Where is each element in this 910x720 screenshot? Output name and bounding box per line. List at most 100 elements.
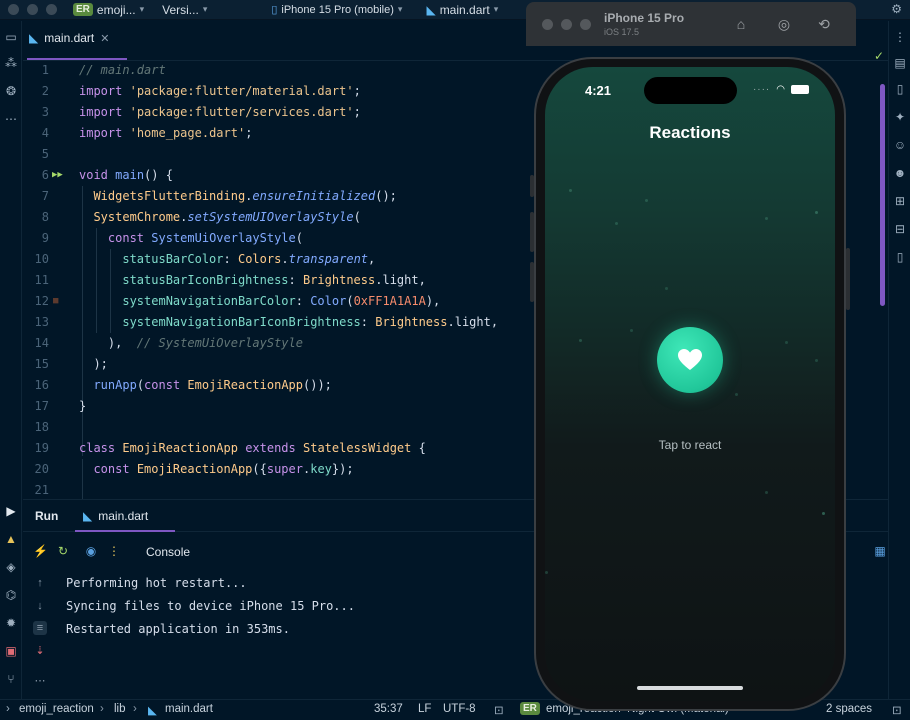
- close-window-button[interactable]: [542, 19, 553, 30]
- device-manager-icon[interactable]: ▯: [892, 249, 908, 265]
- active-run-tab-indicator: [75, 530, 175, 532]
- window-controls[interactable]: [8, 4, 57, 15]
- structure-icon[interactable]: ⁂: [3, 55, 19, 71]
- hot-restart-icon[interactable]: ↻: [56, 544, 70, 558]
- code-line: systemNavigationBarIconBrightness: Brigh…: [122, 315, 499, 329]
- scroll-to-end-icon[interactable]: ⇣: [33, 644, 47, 658]
- breadcrumb-file[interactable]: main.dart: [165, 703, 213, 715]
- simulator-window-controls[interactable]: [542, 19, 591, 30]
- code-line: );: [79, 357, 108, 371]
- code-line: ), // SystemUiOverlayStyle: [79, 336, 303, 350]
- chevron-down-icon: ▾: [397, 4, 403, 14]
- copilot-icon[interactable]: ☺: [892, 137, 908, 153]
- code-line: runApp(const EmojiReactionApp());: [93, 378, 332, 392]
- run-config-selector[interactable]: ◣ main.dart ▾: [426, 3, 498, 17]
- code-line: void main() {: [79, 168, 173, 182]
- project-switcher[interactable]: ER emoji... ▾: [73, 3, 144, 17]
- folder-icon: ›: [6, 703, 10, 715]
- breadcrumb-separator-icon: ›: [133, 703, 137, 715]
- line-number: 17: [34, 399, 49, 413]
- console-output-line: Restarted application in 353ms.: [66, 622, 290, 636]
- hot-reload-icon[interactable]: ⚡: [33, 544, 48, 558]
- database-icon[interactable]: ▤: [892, 55, 908, 71]
- project-name: emoji...: [96, 2, 136, 17]
- layout-icon[interactable]: ▦: [873, 544, 887, 558]
- devtools-icon[interactable]: ◈: [3, 559, 19, 575]
- battery-icon: [791, 85, 809, 94]
- tab-label: main.dart: [44, 31, 95, 45]
- code-line: import 'package:flutter/services.dart';: [79, 105, 361, 119]
- plugins-icon[interactable]: ❂: [3, 83, 19, 99]
- device-selector[interactable]: ▯ iPhone 15 Pro (mobile) ▾: [271, 3, 403, 17]
- screenshot-icon[interactable]: ◎: [774, 14, 794, 34]
- simulator-window-bar: iPhone 15 Pro iOS 17.5 ⌂ ◎ ⟲: [526, 2, 856, 46]
- warning-icon[interactable]: ▲: [3, 531, 19, 547]
- zoom-window-button[interactable]: [46, 4, 57, 15]
- home-icon[interactable]: ⌂: [731, 14, 751, 34]
- settings-gear-icon[interactable]: ⚙: [891, 2, 902, 16]
- code-line: import 'home_page.dart';: [79, 126, 253, 140]
- close-icon[interactable]: ✕: [100, 32, 109, 45]
- particle: [765, 217, 768, 220]
- scroll-up-icon[interactable]: ↑: [33, 576, 47, 590]
- document-icon[interactable]: ▯: [892, 81, 908, 97]
- editor-scrollbar[interactable]: [880, 84, 885, 306]
- minimize-window-button[interactable]: [561, 19, 572, 30]
- breadcrumb-project[interactable]: emoji_reaction: [19, 703, 94, 715]
- more-tools-icon[interactable]: ⋯: [3, 111, 19, 127]
- run-tab-main-dart[interactable]: ◣ main.dart: [83, 509, 148, 523]
- git-icon[interactable]: ⑂: [3, 671, 19, 687]
- indent-setting[interactable]: 2 spaces: [826, 703, 872, 715]
- line-number: 13: [34, 315, 49, 329]
- debug-icon[interactable]: ✹: [3, 615, 19, 631]
- react-heart-button[interactable]: [657, 327, 723, 393]
- flutter-performance-icon[interactable]: ⊟: [892, 221, 908, 237]
- line-number: 16: [34, 378, 49, 392]
- run-tool-icon[interactable]: ▶: [3, 503, 19, 519]
- particle: [630, 329, 633, 332]
- lock-icon[interactable]: ⊡: [892, 703, 902, 717]
- line-number: 11: [34, 273, 49, 287]
- zoom-window-button[interactable]: [580, 19, 591, 30]
- notifications-icon[interactable]: ⋮: [892, 29, 908, 45]
- code-line: statusBarColor: Colors.transparent,: [122, 252, 376, 266]
- flutter-inspector-icon[interactable]: ⊞: [892, 193, 908, 209]
- particle: [645, 199, 648, 202]
- code-line: }: [79, 399, 87, 413]
- copilot-chat-icon[interactable]: ☻: [892, 165, 908, 181]
- vcs-widget[interactable]: Versi... ▾: [162, 3, 207, 17]
- project-view-icon[interactable]: ▭: [3, 29, 19, 45]
- console-tab[interactable]: Console: [146, 545, 190, 559]
- run-gutter-icon[interactable]: ▶▶: [52, 165, 63, 186]
- particle: [785, 341, 788, 344]
- close-window-button[interactable]: [8, 4, 19, 15]
- breadcrumb-folder[interactable]: lib: [114, 703, 126, 715]
- caret-position[interactable]: 35:37: [374, 703, 403, 715]
- home-indicator[interactable]: [637, 686, 743, 690]
- line-number: 21: [34, 483, 49, 497]
- tab-main-dart[interactable]: ◣ main.dart ✕: [29, 31, 109, 45]
- line-separator[interactable]: LF: [418, 703, 431, 715]
- line-number: 9: [41, 231, 49, 245]
- color-swatch-icon: ■: [53, 296, 59, 306]
- services-icon[interactable]: ⌬: [3, 587, 19, 603]
- line-number: 14: [34, 336, 49, 350]
- line-number: 15: [34, 357, 49, 371]
- rotate-icon[interactable]: ⟲: [814, 14, 834, 34]
- more-options-icon[interactable]: ⋮: [107, 544, 121, 558]
- code-line: systemNavigationBarColor: Color(0xFF1A1A…: [122, 294, 441, 308]
- terminal-icon[interactable]: ▣: [3, 643, 19, 659]
- scroll-down-icon[interactable]: ↓: [33, 599, 47, 613]
- soft-wrap-icon[interactable]: ≡: [33, 621, 47, 635]
- lock-icon[interactable]: ⊡: [494, 703, 504, 717]
- console-output-line: Syncing files to device iPhone 15 Pro...: [66, 599, 355, 613]
- minimize-window-button[interactable]: [27, 4, 38, 15]
- console-output-line: Performing hot restart...: [66, 576, 247, 590]
- devtools-icon[interactable]: ◉: [84, 544, 98, 558]
- file-encoding[interactable]: UTF-8: [443, 703, 476, 715]
- line-number: 10: [34, 252, 49, 266]
- line-number: 7: [41, 189, 49, 203]
- ai-assistant-icon[interactable]: ✦: [892, 109, 908, 125]
- phone-screen: 4:21 ···· ◠ Reactions Tap to react: [545, 67, 835, 701]
- more-icon[interactable]: ⋯: [33, 674, 47, 688]
